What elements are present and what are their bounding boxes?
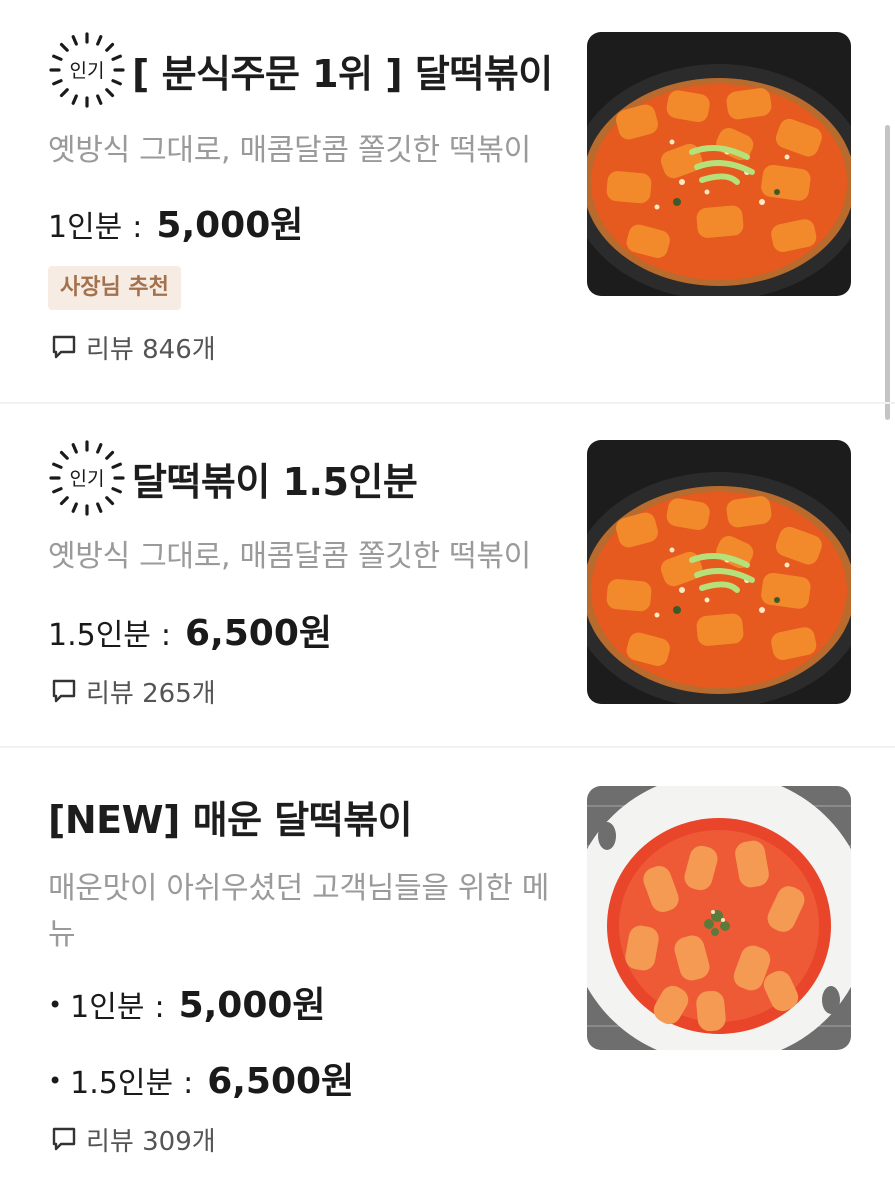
price-bullet: • — [48, 1067, 63, 1095]
tteokbokki-photo — [587, 32, 851, 296]
review-count[interactable]: 리뷰 265개 — [50, 674, 216, 709]
item-description: 옛방식 그대로, 매콤달콤 쫄깃한 떡볶이 — [48, 133, 531, 168]
review-count-text: 리뷰 309개 — [86, 1126, 216, 1157]
menu-image-spicy-tteokbokki[interactable] — [587, 786, 851, 1050]
item-description: 옛방식 그대로, 매콤달콤 쫄깃한 떡볶이 — [48, 539, 531, 574]
price-value: 6,500원 — [207, 1061, 355, 1102]
menu-image-tteokbokki[interactable] — [587, 440, 851, 704]
item-title-row: 인기 달떡볶이 1.5인분 — [48, 438, 418, 518]
price-row: 1.5인분 : 6,500원 — [48, 604, 332, 656]
price-separator: : — [160, 618, 172, 653]
spicy-tteokbokki-photo — [587, 786, 851, 1050]
price-separator: : — [183, 1066, 194, 1101]
speech-bubble-icon — [52, 335, 76, 359]
review-count[interactable]: 리뷰 309개 — [50, 1122, 216, 1157]
item-title: [NEW] 매운 달떡볶이 — [48, 797, 413, 842]
item-title-row: 인기 [ 분식주문 1위 ] 달떡볶이 — [48, 30, 553, 110]
review-count-text: 리뷰 846개 — [86, 334, 216, 365]
price-bullet: • — [48, 991, 63, 1019]
menu-item-1[interactable]: 인기 [ 분식주문 1위 ] 달떡볶이 옛방식 그대로, 매콤달콤 쫄깃한 떡볶… — [0, 0, 895, 402]
review-count-text: 리뷰 265개 — [86, 678, 216, 709]
item-description-line: 매운맛이 아쉬우셨던 고객님들을 위한 메 — [48, 871, 550, 906]
menu-image-tteokbokki[interactable] — [587, 32, 851, 296]
price-row: • 1인분 : 5,000원 — [48, 976, 326, 1028]
popular-sunburst-icon: 인기 — [49, 440, 125, 516]
review-count[interactable]: 리뷰 846개 — [50, 330, 216, 365]
price-label: 1.5인분 — [70, 1066, 174, 1101]
price-label: 1.5인분 — [48, 618, 151, 653]
menu-item-2[interactable]: 인기 달떡볶이 1.5인분 옛방식 그대로, 매콤달콤 쫄깃한 떡볶이 1.5인… — [0, 404, 895, 746]
item-title: [ 분식주문 1위 ] 달떡볶이 — [132, 51, 553, 96]
speech-bubble-icon — [52, 679, 76, 703]
price-row: • 1.5인분 : 6,500원 — [48, 1052, 354, 1104]
price-label: 1인분 — [48, 210, 123, 245]
item-title: 달떡볶이 1.5인분 — [132, 459, 418, 504]
owner-recommend-tag: 사장님 추천 — [48, 266, 181, 310]
price-value: 6,500원 — [185, 613, 333, 654]
price-separator: : — [154, 990, 165, 1025]
tteokbokki-photo — [587, 440, 851, 704]
menu-item-3[interactable]: [NEW] 매운 달떡볶이 매운맛이 아쉬우셨던 고객님들을 위한 메 뉴 • … — [0, 748, 895, 1184]
popular-badge-label: 인기 — [70, 60, 105, 82]
speech-bubble-icon — [52, 1127, 76, 1151]
price-value: 5,000원 — [156, 205, 304, 246]
popular-sunburst-icon: 인기 — [49, 32, 125, 108]
price-separator: : — [132, 210, 143, 245]
price-label: 1인분 — [70, 990, 145, 1025]
popular-badge-label: 인기 — [70, 468, 105, 490]
item-description-line: 뉴 — [48, 917, 76, 952]
item-title-row: [NEW] 매운 달떡볶이 — [48, 776, 413, 856]
item-description: 매운맛이 아쉬우셨던 고객님들을 위한 메 뉴 — [48, 866, 568, 958]
price-row: 1인분 : 5,000원 — [48, 196, 303, 248]
price-value: 5,000원 — [178, 985, 326, 1026]
